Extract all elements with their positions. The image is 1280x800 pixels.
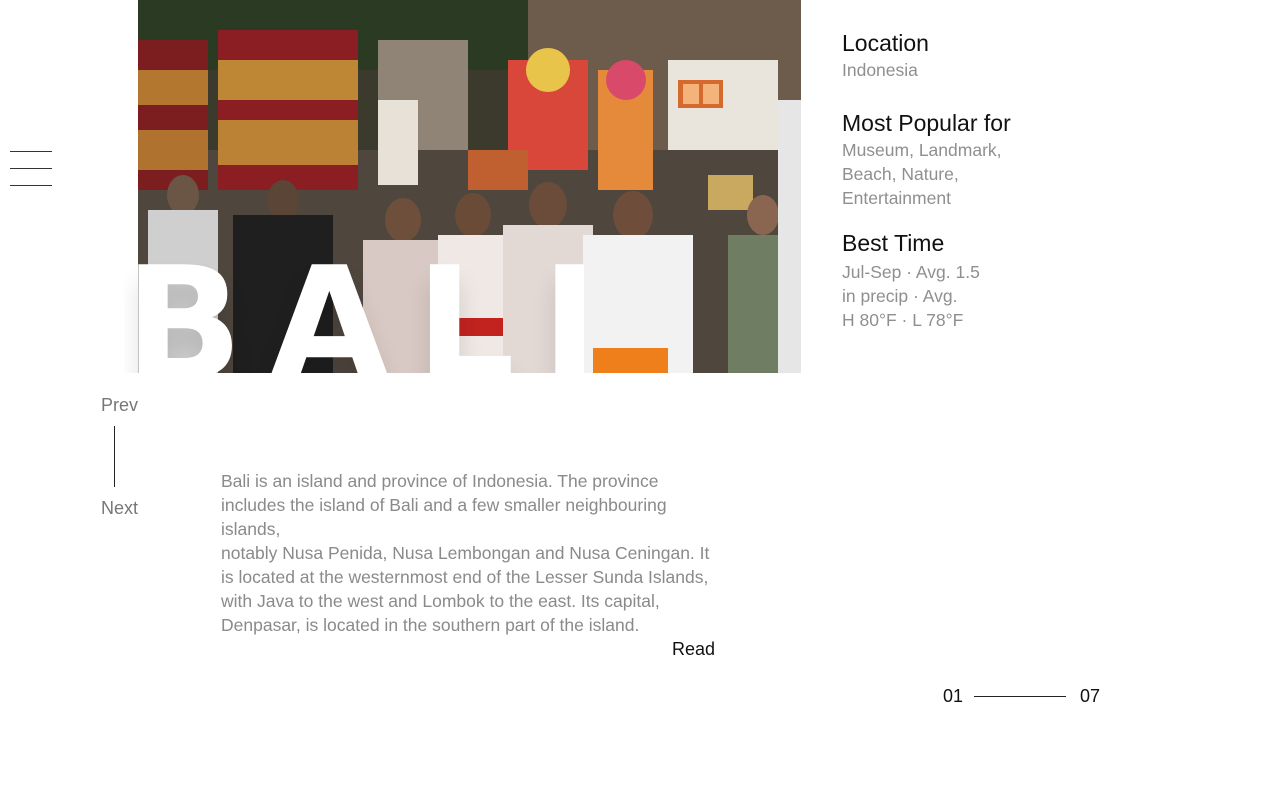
description-line: notably Nusa Penida, Nusa Lembongan and …: [221, 543, 710, 563]
destination-description: Bali is an island and province of Indone…: [221, 469, 721, 637]
next-button[interactable]: Next: [101, 498, 138, 519]
best-time-heading: Best Time: [842, 230, 945, 256]
pagination-total: 07: [1080, 686, 1101, 706]
menu-line: [10, 168, 52, 169]
location-value: Indonesia: [842, 60, 918, 80]
pagination-progress-line: [974, 696, 1066, 697]
description-line: with Java to the west and Lombok to the …: [221, 591, 660, 611]
destination-page: BALI Prev Next Bali is an island and pro…: [0, 0, 1280, 800]
popular-heading: Most Popular for: [842, 110, 1011, 136]
menu-line: [10, 185, 52, 186]
description-line: Denpasar, is located in the southern par…: [221, 615, 640, 635]
best-time-line: in precip · Avg.: [842, 286, 958, 306]
destination-title: BALI: [124, 246, 584, 373]
description-line: includes the island of Bali and a few sm…: [221, 495, 667, 539]
popular-line: Museum, Landmark,: [842, 140, 1002, 160]
hamburger-menu-icon[interactable]: [10, 150, 52, 188]
description-line: is located at the westernmost end of the…: [221, 567, 709, 587]
read-more-link[interactable]: Read: [672, 639, 715, 660]
best-time-line: Jul-Sep · Avg. 1.5: [842, 262, 980, 282]
menu-line: [10, 151, 52, 152]
popular-line: Beach, Nature,: [842, 164, 959, 184]
prev-button[interactable]: Prev: [101, 395, 138, 416]
best-time-line: H 80°F · L 78°F: [842, 310, 964, 330]
pagination-current: 01: [943, 686, 964, 706]
popular-line: Entertainment: [842, 188, 951, 208]
nav-divider-line: [114, 426, 115, 487]
description-line: Bali is an island and province of Indone…: [221, 471, 659, 491]
best-time-block: Best Time Jul-Sep · Avg. 1.5 in precip ·…: [842, 228, 980, 332]
location-heading: Location: [842, 30, 929, 56]
location-block: Location Indonesia: [842, 28, 929, 82]
popular-block: Most Popular for Museum, Landmark, Beach…: [842, 108, 1011, 210]
